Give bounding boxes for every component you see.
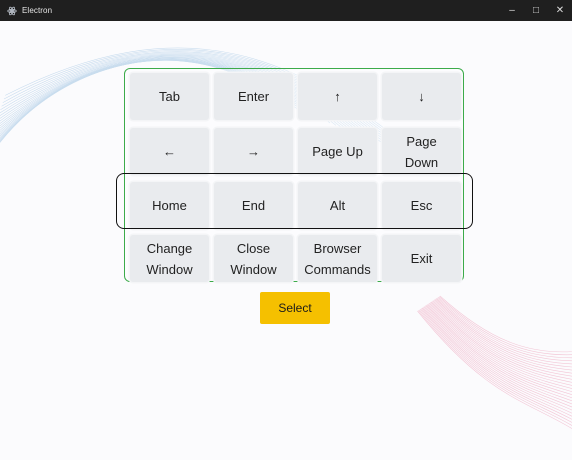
key-label: Page Down	[404, 133, 439, 170]
key-change-window[interactable]: Change Window	[130, 235, 209, 282]
key-label: Tab	[159, 89, 180, 104]
electron-app-icon	[6, 5, 17, 16]
key-label: Browser Commands	[304, 240, 371, 277]
key-label: →	[247, 144, 260, 159]
minimize-button[interactable]: –	[500, 0, 524, 21]
key-alt[interactable]: Alt	[298, 182, 377, 229]
select-button[interactable]: Select	[260, 292, 330, 324]
key-label: ↑	[334, 89, 341, 104]
close-button[interactable]: ✕	[548, 0, 572, 21]
key-enter[interactable]: Enter	[214, 73, 293, 120]
key-label: Page Up	[312, 144, 363, 159]
window-controls: – □ ✕	[500, 0, 572, 21]
key-label: Esc	[410, 198, 433, 213]
key-label: Close Window	[230, 240, 277, 277]
window-title: Electron	[22, 6, 53, 15]
maximize-button[interactable]: □	[524, 0, 548, 21]
key-label: Exit	[410, 251, 433, 266]
key-label: ←	[163, 144, 176, 159]
keypad-panel: Tab Enter ↑ ↓ ← → Page Up Page Down Home End Alt Es…	[124, 68, 464, 282]
key-page-down[interactable]: Page Down	[382, 128, 461, 175]
key-esc[interactable]: Esc	[382, 182, 461, 229]
key-tab[interactable]: Tab	[130, 73, 209, 120]
key-label: Home	[152, 198, 187, 213]
key-close-window[interactable]: Close Window	[214, 235, 293, 282]
key-label: Change Window	[146, 240, 193, 277]
key-down-arrow[interactable]: ↓	[382, 73, 461, 120]
key-up-arrow[interactable]: ↑	[298, 73, 377, 120]
key-label: Alt	[329, 198, 346, 213]
key-label: ↓	[418, 89, 425, 104]
key-label: Enter	[237, 89, 270, 104]
key-label: End	[241, 198, 266, 213]
title-bar: Electron – □ ✕	[0, 0, 572, 21]
key-exit[interactable]: Exit	[382, 235, 461, 282]
key-browser-commands[interactable]: Browser Commands	[298, 235, 377, 282]
key-home[interactable]: Home	[130, 182, 209, 229]
key-end[interactable]: End	[214, 182, 293, 229]
key-page-up[interactable]: Page Up	[298, 128, 377, 175]
wave-line	[439, 295, 572, 353]
key-left-arrow[interactable]: ←	[130, 128, 209, 175]
key-right-arrow[interactable]: →	[214, 128, 293, 175]
